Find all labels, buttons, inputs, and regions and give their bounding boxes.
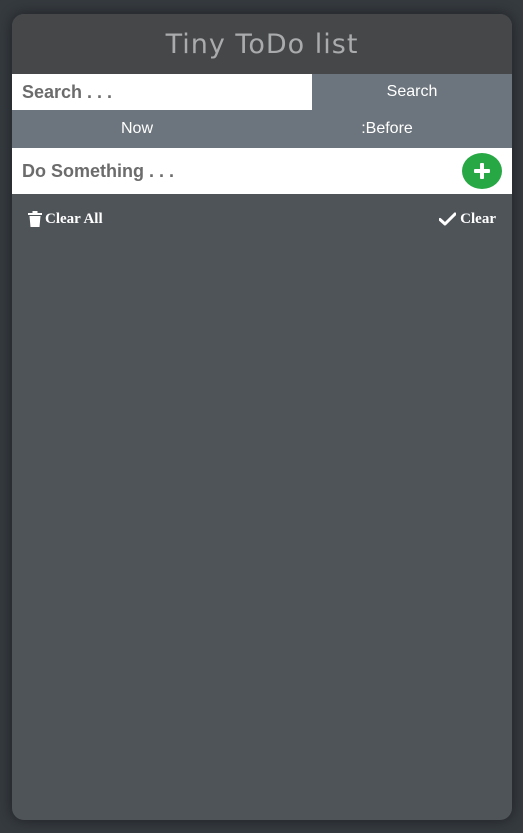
search-bar: Search — [12, 74, 512, 110]
list-actions: Clear All Clear — [12, 194, 512, 244]
new-task-row — [12, 148, 512, 194]
app-title: Tiny ToDo list — [165, 28, 359, 60]
check-icon — [439, 212, 457, 226]
search-button[interactable]: Search — [312, 74, 512, 110]
search-input[interactable] — [12, 74, 312, 110]
trash-icon — [28, 211, 42, 227]
clear-label: Clear — [460, 210, 496, 227]
tab-now[interactable]: Now — [12, 110, 262, 148]
app-header: Tiny ToDo list — [12, 14, 512, 74]
filter-tabs: Now :Before — [12, 110, 512, 148]
new-task-input[interactable] — [12, 148, 452, 194]
add-task-button[interactable] — [462, 153, 502, 189]
todo-app: Tiny ToDo list Search Now :Before Clear … — [12, 14, 512, 820]
clear-all-button[interactable]: Clear All — [28, 211, 103, 228]
clear-button[interactable]: Clear — [439, 211, 496, 228]
clear-all-label: Clear All — [45, 210, 103, 227]
plus-icon — [474, 163, 490, 179]
tab-before[interactable]: :Before — [262, 110, 512, 148]
